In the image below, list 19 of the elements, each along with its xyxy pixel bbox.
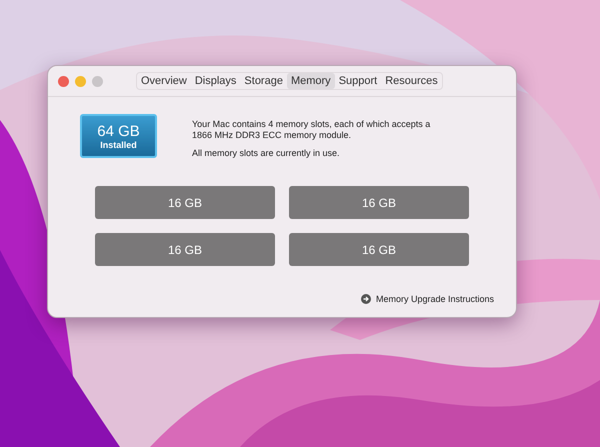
memory-description: Your Mac contains 4 memory slots, each of which accepts a 1866 MHz DDR3 ECC memory module.	[192, 119, 432, 141]
arrow-icon	[360, 294, 371, 304]
zoom-icon[interactable]	[92, 76, 103, 86]
tab[interactable]: Overview	[137, 73, 191, 89]
memory-slot: 16 GB	[95, 233, 275, 266]
tab[interactable]: Memory	[286, 73, 335, 89]
memory-slot: 16 GB	[289, 186, 469, 219]
memory-caption: Installed	[100, 140, 137, 150]
memory-slot: 16 GB	[95, 186, 275, 219]
upgrade-instructions-link[interactable]: Memory Upgrade Instructions	[376, 294, 494, 304]
tab[interactable]: Displays	[190, 73, 240, 89]
tab[interactable]: Storage	[240, 73, 287, 89]
tab[interactable]: Support	[334, 73, 382, 89]
memory-total: 64 GB	[97, 122, 140, 140]
close-icon[interactable]	[58, 76, 69, 86]
memory-status: All memory slots are currently in use.	[192, 148, 341, 159]
tab[interactable]: Resources	[381, 73, 442, 89]
minimize-icon[interactable]	[75, 76, 86, 86]
memory-slot: 16 GB	[289, 233, 469, 266]
